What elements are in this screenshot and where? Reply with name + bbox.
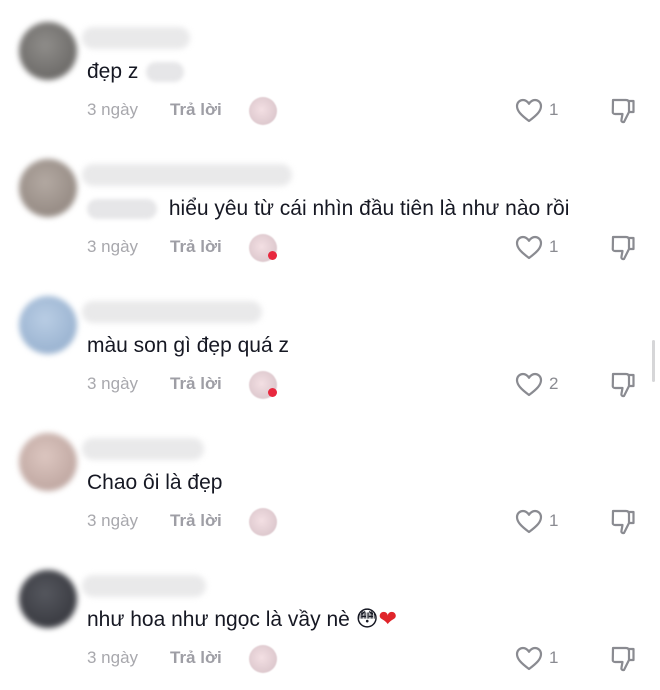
username[interactable] [82, 438, 204, 460]
comment-time: 3 ngày [87, 237, 139, 256]
comment-text-content: đẹp z [87, 60, 139, 83]
thumbs-down-icon[interactable] [610, 371, 636, 399]
like-count: 1 [549, 100, 559, 119]
creator-liked-avatar [249, 508, 277, 536]
redacted-mention [87, 199, 157, 220]
like-count: 1 [549, 237, 559, 256]
red-heart-emoji: ❤ [378, 607, 398, 632]
comment-text: hiểu yêu từ cái nhìn đầu tiên là như nào… [87, 195, 569, 223]
comment-time: 3 ngày [87, 100, 139, 119]
username[interactable] [82, 575, 206, 597]
username[interactable] [82, 164, 292, 186]
like-count: 1 [549, 511, 559, 530]
avatar[interactable] [19, 22, 77, 80]
heart-outline-icon[interactable] [515, 235, 543, 261]
flushed-face-emoji: 😳 [355, 607, 379, 632]
comment-text: Chao ôi là đẹp [87, 469, 222, 497]
comment-text-content: Chao ôi là đẹp [87, 471, 223, 494]
heart-outline-icon[interactable] [515, 372, 543, 398]
comment-item: màu son gì đẹp quá z 3 ngày Trả lời 2 [0, 274, 660, 411]
thumbs-down-icon[interactable] [610, 645, 636, 673]
comment-time: 3 ngày [87, 374, 139, 393]
comment-text-content: hiểu yêu từ cái nhìn đầu tiên là như nào… [168, 197, 570, 220]
avatar[interactable] [19, 433, 77, 491]
thumbs-down-icon[interactable] [610, 234, 636, 262]
creator-liked-avatar [249, 645, 277, 673]
avatar[interactable] [19, 296, 77, 354]
comment-time: 3 ngày [87, 511, 139, 530]
heart-outline-icon[interactable] [515, 509, 543, 535]
thumbs-down-icon[interactable] [610, 508, 636, 536]
comment-text-content: màu son gì đẹp quá z [87, 334, 289, 357]
comment-time: 3 ngày [87, 648, 139, 667]
username[interactable] [82, 301, 262, 323]
comment-item: Chao ôi là đẹp 3 ngày Trả lời 1 [0, 411, 660, 548]
comment-text-content: như hoa như ngọc là vầy nè [87, 608, 350, 631]
heart-outline-icon[interactable] [515, 646, 543, 672]
reply-button[interactable]: Trả lời [170, 374, 222, 394]
like-count: 1 [549, 648, 559, 667]
reply-button[interactable]: Trả lời [170, 511, 222, 531]
redacted-mention [146, 62, 185, 83]
username[interactable] [82, 27, 190, 49]
creator-heart-icon [268, 388, 277, 397]
comment-item: đẹp z 3 ngày Trả lời 1 [0, 0, 660, 137]
comment-item: hiểu yêu từ cái nhìn đầu tiên là như nào… [0, 137, 660, 274]
like-count: 2 [549, 374, 559, 393]
comment-text: như hoa như ngọc là vầy nè 😳❤ [87, 606, 397, 634]
creator-liked-avatar [249, 97, 277, 125]
comment-text: màu son gì đẹp quá z [87, 332, 289, 360]
comment-item: như hoa như ngọc là vầy nè 😳❤ 3 ngày Trả… [0, 548, 660, 685]
comment-text: đẹp z [87, 58, 185, 86]
avatar[interactable] [19, 159, 77, 217]
thumbs-down-icon[interactable] [610, 97, 636, 125]
reply-button[interactable]: Trả lời [170, 237, 222, 257]
scrollbar[interactable] [652, 340, 655, 382]
creator-heart-icon [268, 251, 277, 260]
reply-button[interactable]: Trả lời [170, 648, 222, 668]
reply-button[interactable]: Trả lời [170, 100, 222, 120]
avatar[interactable] [19, 570, 77, 628]
heart-outline-icon[interactable] [515, 98, 543, 124]
